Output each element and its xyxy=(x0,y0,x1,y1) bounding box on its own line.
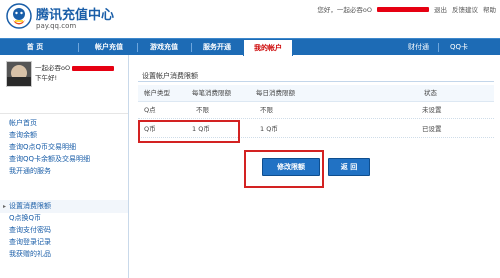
page-title: 设置帐户消费限额 xyxy=(142,72,198,80)
sidebar-item-account-home[interactable]: 帐户首页 xyxy=(9,117,90,129)
modify-limit-button[interactable]: 修改限额 xyxy=(262,158,320,176)
active-arrow-icon: ▸ xyxy=(3,203,7,210)
sidebar-item-balance[interactable]: 查询余额 xyxy=(9,129,90,141)
sidebar-item-qpoint-exchange[interactable]: Q点换Q币 xyxy=(9,212,51,224)
col-per-transaction: 每笔消费限额 xyxy=(192,89,231,97)
nav-divider xyxy=(78,43,79,52)
back-button[interactable]: 返 回 xyxy=(328,158,370,176)
col-status: 状态 xyxy=(424,89,437,97)
sidebar-group-settings: 设置消费限额 Q点换Q币 查询支付密码 查询登录记录 我获赠的礼品 xyxy=(9,200,51,260)
nav-divider xyxy=(191,43,192,52)
main-nav: 首 页 帐户充值 游戏充值 服务开通 我的帐户 财付通 QQ卡 xyxy=(0,38,500,56)
logo-subtitle: pay.qq.com xyxy=(36,22,77,30)
sidebar-item-qpoint-history[interactable]: 查询Q点Q币交易明细 xyxy=(9,141,90,153)
tab-game-recharge[interactable]: 游戏充值 xyxy=(141,39,187,55)
user-info: 一起必吞oO 下午好! xyxy=(6,61,126,101)
sidebar-item-set-limit[interactable]: 设置消费限额 xyxy=(9,200,51,212)
tab-home[interactable]: 首 页 xyxy=(14,39,56,55)
nav-divider xyxy=(137,43,138,52)
col-account-type: 帐户类型 xyxy=(144,89,170,97)
table-row: Q点 不限 不限 未设置 xyxy=(138,102,494,119)
title-divider xyxy=(138,81,494,82)
sidebar-item-login-records[interactable]: 查询登录记录 xyxy=(9,236,51,248)
user-name-text: 一起必吞oO xyxy=(35,64,71,72)
logo-title: 腾讯充值中心 xyxy=(36,8,115,23)
redacted-user-id xyxy=(72,65,115,71)
feedback-link[interactable]: 反馈建议 xyxy=(452,4,478,14)
top-links: 您好，一起必吞oO 退出 反馈建议 帮助 xyxy=(317,4,496,14)
col-daily-limit: 每日消费限额 xyxy=(256,89,295,97)
greeting-text: 您好，一起必吞oO xyxy=(317,6,372,14)
page-header: 腾讯充值中心 pay.qq.com 您好，一起必吞oO 退出 反馈建议 帮助 xyxy=(0,0,500,38)
nav-qqcard-link[interactable]: QQ卡 xyxy=(450,39,468,55)
tab-account-recharge[interactable]: 帐户充值 xyxy=(86,39,132,55)
nav-tenpay-link[interactable]: 财付通 xyxy=(408,39,429,55)
sidebar-group-account: 帐户首页 查询余额 查询Q点Q币交易明细 查询QQ卡余额及交易明细 我开通的服务 xyxy=(9,117,90,177)
tab-my-account[interactable]: 我的帐户 xyxy=(243,39,293,56)
avatar xyxy=(6,61,32,87)
sidebar-item-gifts[interactable]: 我获赠的礼品 xyxy=(9,248,51,260)
sidebar-item-pay-password[interactable]: 查询支付密码 xyxy=(9,224,51,236)
table-header: 帐户类型 每笔消费限额 每日消费限额 状态 xyxy=(138,85,494,102)
cell-per-tx: 不限 xyxy=(196,106,209,114)
cell-status: 未设置 xyxy=(422,106,442,114)
redacted-qq-number xyxy=(377,6,429,12)
sidebar: 一起必吞oO 下午好! 帐户首页 查询余额 查询Q点Q币交易明细 查询QQ卡余额… xyxy=(0,55,129,278)
cell-daily: 不限 xyxy=(260,106,273,114)
help-link[interactable]: 帮助 xyxy=(483,4,496,14)
sidebar-item-my-services[interactable]: 我开通的服务 xyxy=(9,165,90,177)
nav-divider xyxy=(438,43,439,52)
user-greeting: 下午好! xyxy=(35,74,58,82)
tencent-logo-icon xyxy=(6,3,32,29)
cell-status: 已设置 xyxy=(422,125,442,133)
logout-link[interactable]: 退出 xyxy=(434,4,447,14)
cell-daily: 1 Q币 xyxy=(260,125,278,133)
sidebar-divider xyxy=(0,113,128,114)
highlight-box-qb-row xyxy=(138,120,240,143)
cell-type: Q点 xyxy=(144,106,156,114)
user-name: 一起必吞oO xyxy=(35,62,115,72)
sidebar-item-qqcard-history[interactable]: 查询QQ卡余额及交易明细 xyxy=(9,153,90,165)
logo[interactable]: 腾讯充值中心 pay.qq.com xyxy=(6,3,136,33)
tab-service-activation[interactable]: 服务开通 xyxy=(194,39,240,55)
